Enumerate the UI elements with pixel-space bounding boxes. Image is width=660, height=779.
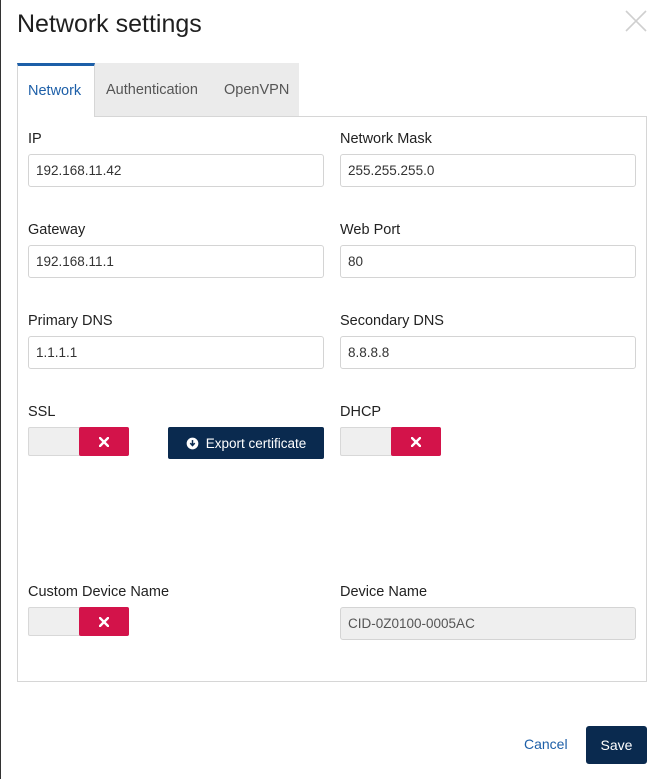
secondary-dns-input[interactable] bbox=[340, 336, 636, 369]
tab-network[interactable]: Network bbox=[17, 63, 95, 117]
network-mask-label: Network Mask bbox=[340, 131, 432, 147]
device-name-input bbox=[340, 607, 636, 640]
x-icon bbox=[411, 436, 421, 447]
x-icon bbox=[99, 436, 109, 447]
close-button[interactable] bbox=[624, 9, 648, 33]
download-circle-icon bbox=[186, 437, 199, 449]
save-button[interactable]: Save bbox=[586, 726, 647, 764]
export-certificate-label: Export certificate bbox=[205, 435, 307, 451]
cancel-button[interactable]: Cancel bbox=[524, 736, 568, 752]
tab-authentication[interactable]: Authentication bbox=[95, 63, 213, 117]
secondary-dns-label: Secondary DNS bbox=[340, 313, 444, 329]
custom-device-name-label: Custom Device Name bbox=[28, 584, 170, 600]
primary-dns-input[interactable] bbox=[28, 336, 324, 369]
x-icon bbox=[99, 616, 109, 627]
network-settings-dialog: Network settings Network Authentication … bbox=[0, 0, 659, 779]
web-port-input[interactable] bbox=[340, 245, 636, 278]
web-port-label: Web Port bbox=[340, 222, 401, 238]
ssl-label: SSL bbox=[28, 404, 56, 420]
dhcp-toggle[interactable] bbox=[340, 427, 441, 456]
gateway-input[interactable] bbox=[28, 245, 324, 278]
toggle-knob bbox=[79, 607, 129, 636]
primary-dns-label: Primary DNS bbox=[28, 313, 113, 329]
dhcp-label: DHCP bbox=[340, 404, 382, 420]
dialog-title: Network settings bbox=[17, 10, 202, 38]
toggle-knob bbox=[79, 427, 129, 456]
gateway-label: Gateway bbox=[28, 222, 86, 238]
ip-input[interactable] bbox=[28, 154, 324, 187]
device-name-label: Device Name bbox=[340, 584, 428, 600]
close-icon bbox=[625, 10, 647, 32]
tab-openvpn[interactable]: OpenVPN bbox=[213, 63, 299, 117]
tab-bar: Network Authentication OpenVPN bbox=[17, 63, 299, 117]
ssl-toggle[interactable] bbox=[28, 427, 129, 456]
export-certificate-button[interactable]: Export certificate bbox=[168, 427, 324, 459]
custom-device-name-toggle[interactable] bbox=[28, 607, 129, 636]
ip-label: IP bbox=[28, 131, 42, 147]
toggle-knob bbox=[391, 427, 441, 456]
network-mask-input[interactable] bbox=[340, 154, 636, 187]
